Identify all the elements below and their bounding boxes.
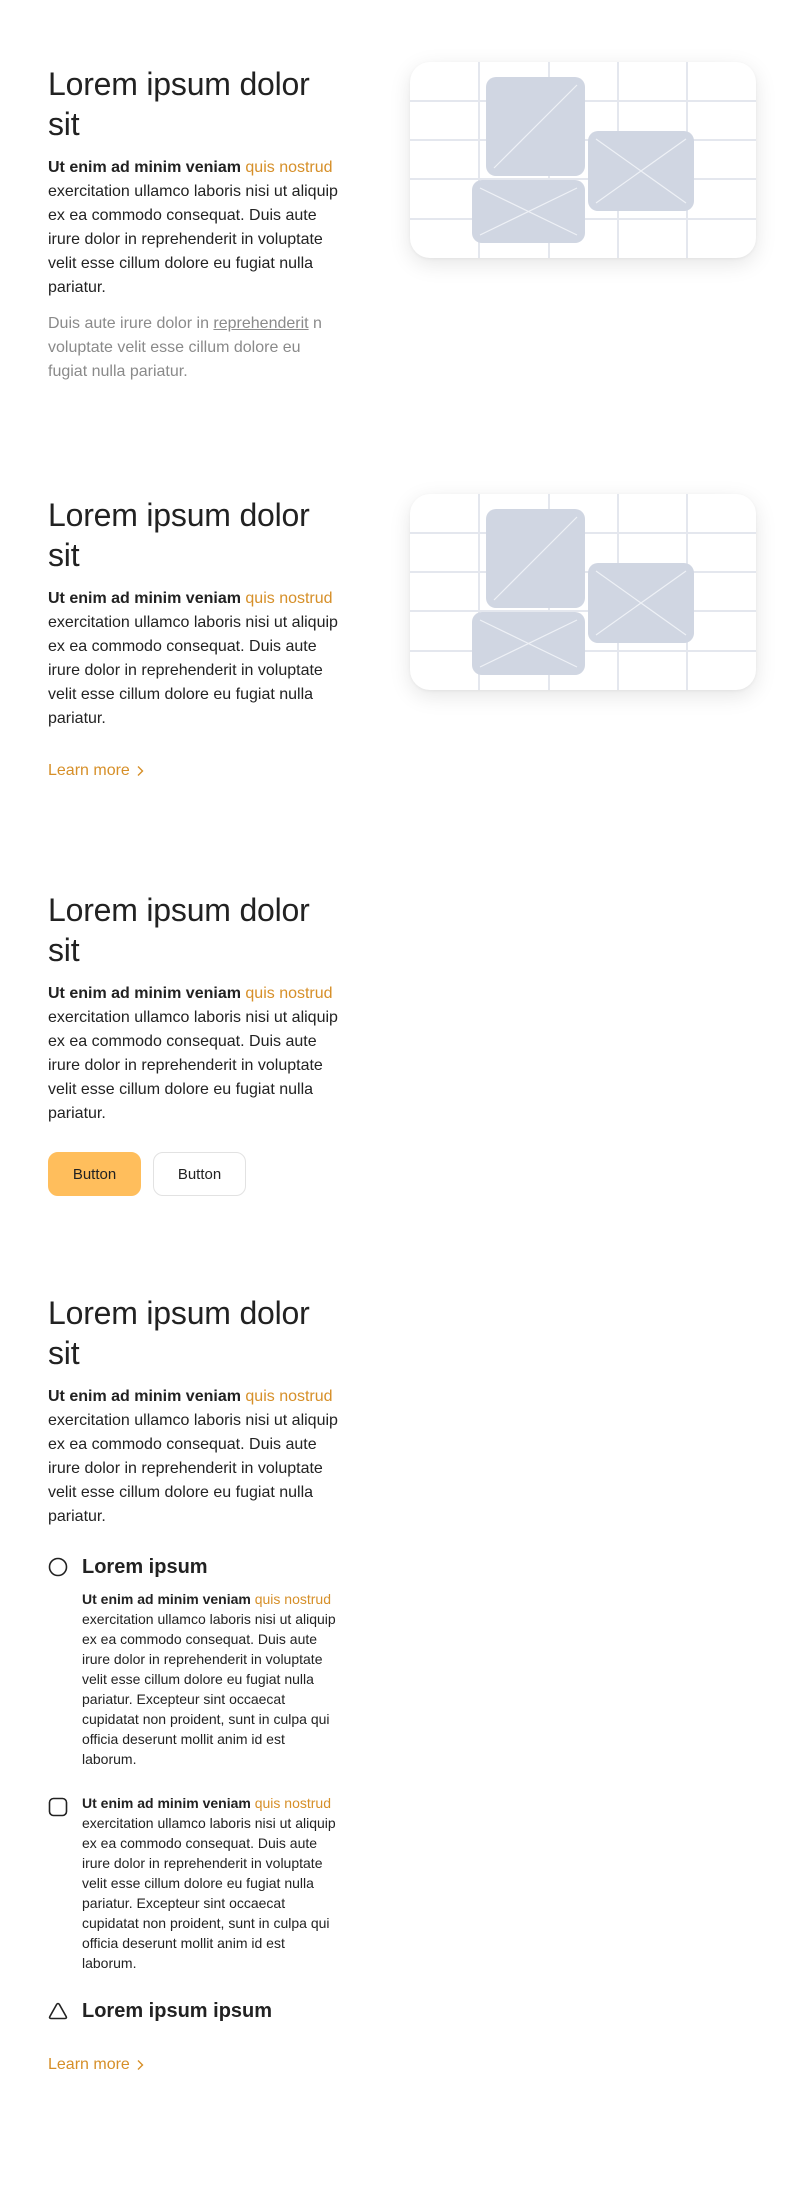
chevron-right-icon (137, 2060, 144, 2070)
feature-item: Lorem ipsum ipsum (48, 1997, 340, 2025)
muted-text-prefix: Duis aute irure dolor in (48, 315, 214, 332)
inline-link[interactable]: reprehenderit (213, 315, 308, 332)
circle-icon (48, 1557, 68, 1577)
feature-title: Lorem ipsum ipsum (82, 2000, 273, 2022)
image-placeholder-card (410, 62, 756, 258)
section-lead: Ut enim ad minim veniam quis nostrud exe… (48, 156, 340, 300)
lead-accent-text: quis nostrud (245, 159, 333, 176)
section-title: Lorem ipsum dolor sit (48, 497, 310, 573)
section-title: Lorem ipsum dolor sit (48, 892, 310, 968)
feature-text-bold: Ut enim ad minim veniam (82, 1795, 255, 1811)
lead-body-text: exercitation ullamco laboris nisi ut ali… (48, 614, 338, 727)
lead-accent-text: quis nostrud (245, 1388, 333, 1405)
feature-text-body: exercitation ullamco laboris nisi ut ali… (82, 1611, 336, 1767)
primary-button[interactable]: Button (48, 1152, 141, 1196)
lead-bold-text: Ut enim ad minim veniam (48, 590, 246, 607)
image-placeholder-icon (410, 62, 756, 258)
image-placeholder-icon (410, 494, 756, 690)
lead-accent-text: quis nostrud (245, 985, 333, 1002)
feature-title: Lorem ipsum (82, 1556, 208, 1578)
feature-text: Ut enim ad minim veniam quis nostrud exe… (82, 1793, 340, 1973)
image-placeholder-card (410, 494, 756, 690)
feature-text-accent: quis nostrud (254, 1795, 331, 1811)
section-title: Lorem ipsum dolor sit (48, 66, 310, 142)
learn-more-label: Learn more (48, 2056, 130, 2073)
content-section-2: Lorem ipsum dolor sit Ut enim ad minim v… (48, 495, 340, 783)
section-title: Lorem ipsum dolor sit (48, 1295, 310, 1371)
triangle-icon (48, 2002, 68, 2020)
lead-bold-text: Ut enim ad minim veniam (48, 1388, 246, 1405)
button-group: Button Button (48, 1152, 340, 1196)
content-section-1: Lorem ipsum dolor sit Ut enim ad minim v… (48, 64, 340, 384)
section-muted-text: Duis aute irure dolor in reprehenderit n… (48, 312, 340, 384)
feature-text: Ut enim ad minim veniam quis nostrud exe… (82, 1589, 340, 1769)
section-lead: Ut enim ad minim veniam quis nostrud exe… (48, 587, 340, 731)
section-lead: Ut enim ad minim veniam quis nostrud exe… (48, 982, 340, 1126)
chevron-right-icon (137, 766, 144, 776)
section-lead: Ut enim ad minim veniam quis nostrud exe… (48, 1385, 340, 1529)
lead-bold-text: Ut enim ad minim veniam (48, 159, 246, 176)
lead-bold-text: Ut enim ad minim veniam (48, 985, 246, 1002)
learn-more-link[interactable]: Learn more (48, 2053, 146, 2077)
learn-more-label: Learn more (48, 762, 130, 779)
secondary-button[interactable]: Button (153, 1152, 246, 1196)
feature-text-body: exercitation ullamco laboris nisi ut ali… (82, 1815, 336, 1971)
lead-body-text: exercitation ullamco laboris nisi ut ali… (48, 1412, 338, 1525)
lead-accent-text: quis nostrud (245, 590, 333, 607)
learn-more-link[interactable]: Learn more (48, 759, 146, 783)
feature-item: Ut enim ad minim veniam quis nostrud exe… (48, 1793, 340, 1973)
content-section-3: Lorem ipsum dolor sit Ut enim ad minim v… (48, 890, 340, 1196)
lead-body-text: exercitation ullamco laboris nisi ut ali… (48, 183, 338, 296)
feature-text-accent: quis nostrud (254, 1591, 331, 1607)
feature-text-bold: Ut enim ad minim veniam (82, 1591, 255, 1607)
lead-body-text: exercitation ullamco laboris nisi ut ali… (48, 1009, 338, 1122)
feature-item: Lorem ipsum Ut enim ad minim veniam quis… (48, 1553, 340, 1769)
square-icon (48, 1797, 68, 1817)
content-section-4: Lorem ipsum dolor sit Ut enim ad minim v… (48, 1293, 340, 2077)
